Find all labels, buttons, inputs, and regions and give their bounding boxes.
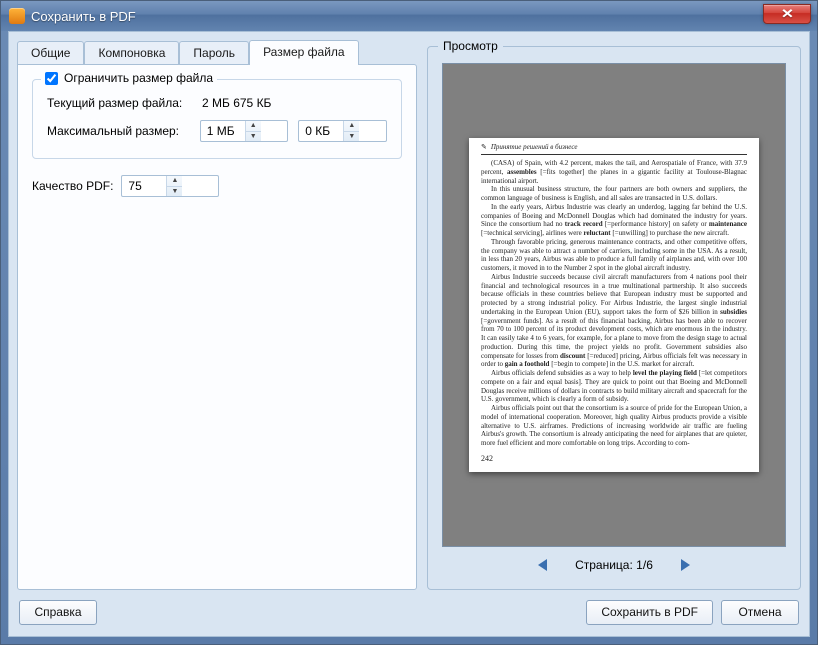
page-navigator: Страница: 1/6	[442, 551, 786, 579]
spinner-down-icon[interactable]: ▼	[246, 132, 261, 142]
preview-page-number: 242	[481, 454, 747, 464]
close-button[interactable]: ✕	[763, 4, 811, 24]
limit-filesize-legend: Ограничить размер файла	[64, 71, 213, 85]
title-bar[interactable]: Сохранить в PDF ✕	[1, 1, 817, 31]
max-size-kb-value: 0 КБ	[299, 121, 343, 141]
spinner-up-icon[interactable]: ▲	[167, 176, 182, 187]
preview-running-head: Принятие решений в бизнесе	[481, 143, 747, 152]
tab-password[interactable]: Пароль	[179, 41, 249, 64]
tab-page-filesize: Ограничить размер файла Текущий размер ф…	[17, 64, 417, 590]
preview-legend: Просмотр	[438, 39, 503, 53]
max-size-label: Максимальный размер:	[47, 124, 200, 138]
tab-general[interactable]: Общие	[17, 41, 84, 64]
client-area: Общие Компоновка Пароль Размер файла Огр…	[8, 31, 810, 637]
app-icon	[9, 8, 25, 24]
limit-filesize-checkbox[interactable]	[45, 72, 58, 85]
preview-group: Просмотр Принятие решений в бизнесе (CAS…	[427, 46, 801, 590]
cancel-button[interactable]: Отмена	[721, 600, 799, 625]
dialog-window: Сохранить в PDF ✕ Общие Компоновка Парол…	[0, 0, 818, 645]
tab-strip: Общие Компоновка Пароль Размер файла	[17, 40, 417, 64]
limit-filesize-group: Ограничить размер файла Текущий размер ф…	[32, 79, 402, 159]
window-title: Сохранить в PDF	[31, 9, 136, 24]
pdf-quality-label: Качество PDF:	[32, 179, 113, 193]
pdf-quality-spinner[interactable]: 75 ▲ ▼	[121, 175, 219, 197]
current-size-value: 2 МБ 675 КБ	[202, 96, 271, 110]
prev-page-button[interactable]	[538, 559, 547, 571]
dialog-footer: Справка Сохранить в PDF Отмена	[9, 594, 809, 636]
tab-layout[interactable]: Компоновка	[84, 41, 179, 64]
spinner-down-icon[interactable]: ▼	[167, 187, 182, 197]
preview-page: Принятие решений в бизнесе (CASA) of Spa…	[469, 138, 759, 472]
current-size-label: Текущий размер файла:	[47, 96, 202, 110]
spinner-up-icon[interactable]: ▲	[344, 121, 359, 132]
next-page-button[interactable]	[681, 559, 690, 571]
save-pdf-button[interactable]: Сохранить в PDF	[586, 600, 713, 625]
close-icon: ✕	[780, 6, 793, 22]
tab-filesize[interactable]: Размер файла	[249, 40, 359, 65]
max-size-kb-spinner[interactable]: 0 КБ ▲ ▼	[298, 120, 387, 142]
help-button[interactable]: Справка	[19, 600, 97, 625]
max-size-mb-spinner[interactable]: 1 МБ ▲ ▼	[200, 120, 289, 142]
page-indicator: Страница: 1/6	[575, 558, 653, 572]
pdf-quality-value: 75	[122, 176, 166, 196]
max-size-mb-value: 1 МБ	[201, 121, 245, 141]
spinner-down-icon[interactable]: ▼	[344, 132, 359, 142]
spinner-up-icon[interactable]: ▲	[246, 121, 261, 132]
preview-viewport[interactable]: Принятие решений в бизнесе (CASA) of Spa…	[442, 63, 786, 547]
